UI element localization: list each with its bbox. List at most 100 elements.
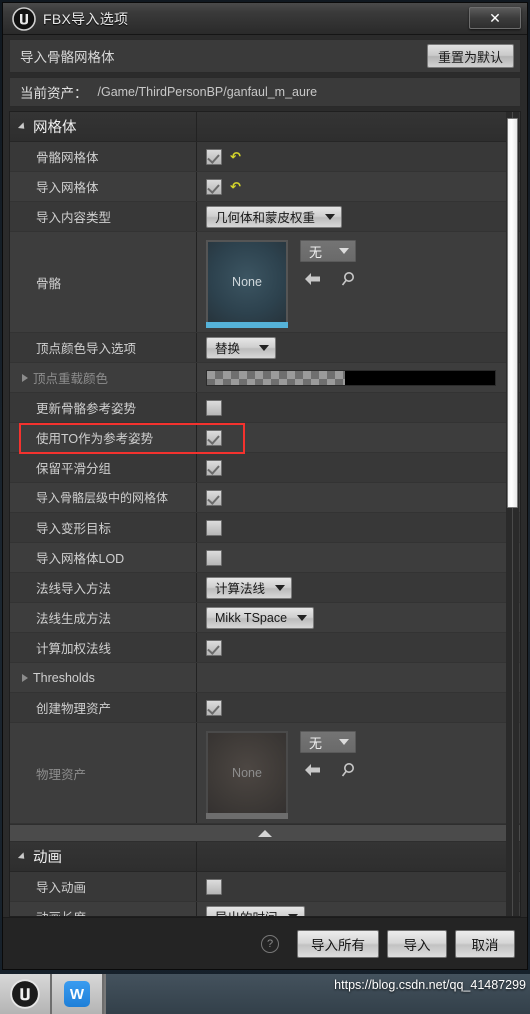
property-value-cell: None 无: [196, 723, 520, 823]
property-name-cell: 法线生成方法: [10, 603, 196, 632]
property-row: 顶点重载颜色: [10, 363, 520, 393]
back-arrow-icon[interactable]: [304, 763, 322, 782]
import-mode-header: 导入骨骼网格体 重置为默认: [9, 39, 521, 73]
property-label: 导入内容类型: [36, 211, 112, 225]
asset-thumbnail[interactable]: None: [206, 240, 288, 328]
taskbar-wps[interactable]: W: [52, 974, 104, 1014]
property-label: 动画长度: [36, 907, 86, 916]
checkbox-checked[interactable]: [206, 148, 222, 165]
chevron-right-icon[interactable]: [22, 673, 28, 682]
color-swatch[interactable]: [206, 369, 496, 386]
property-value-cell: 计算法线: [196, 573, 520, 602]
property-label: 保留平滑分组: [36, 462, 112, 476]
property-row: 导入网格体LOD: [10, 543, 520, 573]
asset-dropdown[interactable]: 无: [300, 240, 356, 262]
dropdown[interactable]: Mikk TSpace: [206, 606, 315, 629]
property-row: 骨骼 None 无: [10, 232, 520, 333]
property-value-cell: [196, 423, 520, 452]
asset-thumbnail[interactable]: None: [206, 731, 288, 819]
asset-picker-controls: 无: [300, 240, 370, 292]
reset-arrow-icon[interactable]: ↶: [230, 150, 241, 163]
unreal-engine-logo: [10, 979, 40, 1009]
property-row: 法线生成方法 Mikk TSpace: [10, 603, 520, 633]
scrollbar-thumb[interactable]: [507, 118, 518, 508]
dropdown[interactable]: 替换: [206, 336, 276, 359]
category-header-mesh: 网格体: [10, 112, 520, 142]
property-value-cell: [196, 693, 520, 722]
dropdown[interactable]: 导出的时间: [206, 905, 305, 916]
checkbox-checked[interactable]: [206, 699, 222, 716]
checkbox-checked[interactable]: [206, 429, 222, 446]
color-swatch-alpha: [207, 370, 346, 385]
checkbox-checked[interactable]: [206, 639, 222, 656]
reset-arrow-icon[interactable]: ↶: [230, 180, 241, 193]
back-arrow-icon[interactable]: [304, 272, 322, 291]
asset-dropdown[interactable]: 无: [300, 731, 356, 753]
chevron-down-icon: [297, 614, 308, 621]
current-asset-bar: 当前资产： /Game/ThirdPersonBP/ganfaul_m_aure: [9, 77, 521, 107]
property-label: 骨骼: [36, 276, 62, 291]
property-value-cell: [196, 513, 520, 542]
collapse-section-strip[interactable]: [10, 824, 520, 842]
collapse-up-icon: [258, 829, 272, 837]
import-button[interactable]: 导入: [387, 929, 447, 958]
dropdown[interactable]: 几何体和蒙皮权重: [206, 205, 343, 228]
property-name-cell: 导入网格体LOD: [10, 543, 196, 572]
checkbox-checked[interactable]: [206, 459, 222, 476]
import-label: 导入: [403, 937, 431, 953]
fbx-import-options-dialog: FBX导入选项 ✕ 导入骨骼网格体 重置为默认 当前资产： /Game/Thir…: [2, 2, 528, 970]
close-button[interactable]: ✕: [469, 7, 521, 29]
checkbox-checked[interactable]: [206, 489, 222, 506]
dropdown-value: Mikk TSpace: [215, 610, 288, 625]
property-value-cell: 几何体和蒙皮权重: [196, 202, 520, 231]
property-row: 骨骼网格体 ↶: [10, 142, 520, 172]
chevron-right-icon[interactable]: [22, 373, 28, 382]
property-name-cell: 骨骼: [10, 232, 196, 332]
checkbox-unchecked[interactable]: [206, 878, 222, 895]
search-icon[interactable]: [340, 271, 356, 292]
property-row: 法线导入方法 计算法线: [10, 573, 520, 603]
asset-thumbnail-label: None: [232, 766, 262, 780]
chevron-down-icon: [259, 344, 269, 351]
property-name-cell: 顶点重载颜色: [10, 363, 196, 392]
property-row: 导入变形目标: [10, 513, 520, 543]
asset-picker-tools: [300, 762, 356, 783]
property-value-cell: ↶: [196, 172, 520, 201]
checkbox-unchecked[interactable]: [206, 399, 222, 416]
dropdown-value: 几何体和蒙皮权重: [215, 211, 316, 225]
taskbar-empty-area: https://blog.csdn.net/qq_41487299: [104, 974, 530, 1014]
reset-to-default-button[interactable]: 重置为默认: [426, 44, 514, 68]
import-all-button[interactable]: 导入所有: [297, 929, 379, 958]
checkbox-unchecked[interactable]: [206, 549, 222, 566]
property-label: Thresholds: [33, 670, 95, 685]
property-value-cell: [196, 453, 520, 482]
property-label: 顶点重载颜色: [33, 372, 109, 386]
properties-panel[interactable]: 网格体 骨骼网格体 ↶ 导入网格体 ↶ 导入内容类型 几何体和蒙皮权重 骨骼 None 无顶点颜色…: [9, 111, 521, 917]
help-icon[interactable]: ?: [261, 934, 279, 953]
property-row: 保留平滑分组: [10, 453, 520, 483]
cancel-button[interactable]: 取消: [455, 929, 515, 958]
property-label: 导入网格体LOD: [36, 552, 125, 566]
property-label: 法线生成方法: [36, 612, 112, 626]
checkbox-checked[interactable]: [206, 178, 222, 195]
properties-scrollbar[interactable]: [506, 112, 519, 916]
search-icon[interactable]: [340, 762, 356, 783]
taskbar-unreal-engine[interactable]: [0, 974, 52, 1014]
property-row: 更新骨骼参考姿势: [10, 393, 520, 423]
import-mode-label: 导入骨骼网格体: [20, 50, 115, 65]
dialog-footer: ? 导入所有 导入 取消: [3, 917, 527, 969]
dropdown-value: 替换: [215, 342, 241, 356]
asset-dropdown-value: 无: [309, 735, 323, 751]
property-row: 创建物理资产: [10, 693, 520, 723]
chevron-down-icon: [339, 739, 349, 745]
property-label: 法线导入方法: [36, 582, 112, 596]
property-name-cell: 法线导入方法: [10, 573, 196, 602]
property-value-cell: [196, 663, 520, 692]
current-asset-label: 当前资产：: [20, 86, 88, 101]
dropdown[interactable]: 计算法线: [206, 576, 293, 599]
property-value-cell: None 无: [196, 232, 520, 332]
checkbox-unchecked[interactable]: [206, 519, 222, 536]
property-name-cell: 导入动画: [10, 872, 196, 901]
property-row: 顶点颜色导入选项 替换: [10, 333, 520, 363]
screen: FBX导入选项 ✕ 导入骨骼网格体 重置为默认 当前资产： /Game/Thir…: [0, 0, 530, 1014]
